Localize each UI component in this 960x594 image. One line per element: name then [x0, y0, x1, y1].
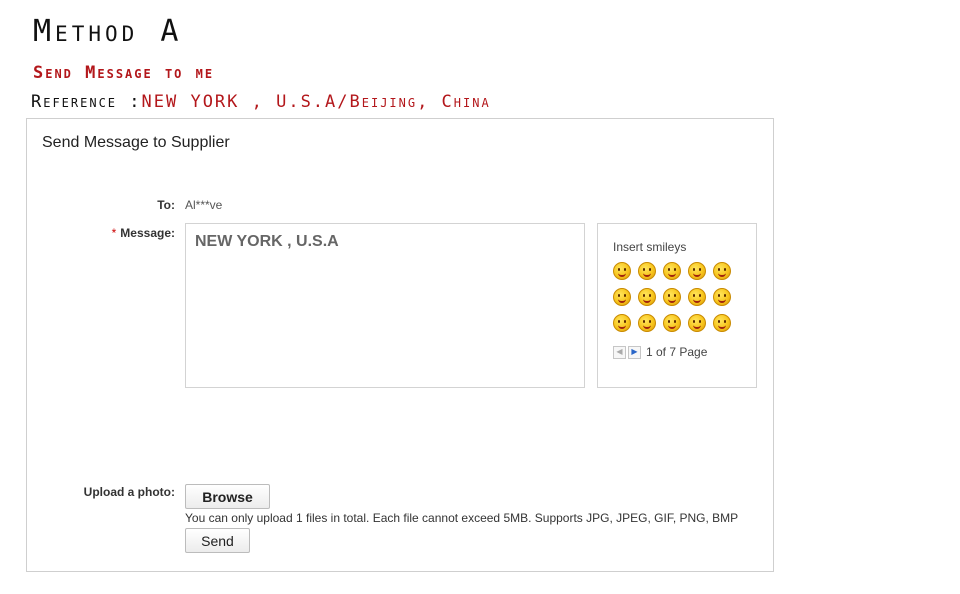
prev-page-button[interactable]: ◀: [613, 345, 626, 359]
reference-value: NEW YORK , U.S.A/Beijing, China: [141, 92, 491, 112]
smiley-icon[interactable]: [713, 314, 731, 332]
send-button[interactable]: Send: [185, 528, 250, 553]
page-title: Method A: [33, 14, 183, 49]
form-title: Send Message to Supplier: [42, 134, 230, 151]
smiley-grid: [613, 262, 743, 332]
send-message-panel: Send Message to Supplier To: Al***ve * Me…: [26, 118, 774, 572]
smiley-panel-title: Insert smileys: [613, 240, 687, 254]
arrow-left-icon: ◀: [616, 347, 623, 356]
arrow-right-icon: ▶: [631, 347, 638, 356]
message-label-text: Message:: [120, 226, 175, 240]
message-label: * Message:: [27, 226, 175, 240]
smiley-icon[interactable]: [613, 262, 631, 280]
message-textarea[interactable]: NEW YORK , U.S.A: [185, 223, 585, 388]
smiley-icon[interactable]: [688, 314, 706, 332]
page-subtitle: Send Message to me: [33, 63, 215, 83]
pager-text: 1 of 7 Page: [646, 345, 708, 359]
smiley-icon[interactable]: [613, 314, 631, 332]
smiley-icon[interactable]: [638, 314, 656, 332]
smiley-icon[interactable]: [663, 288, 681, 306]
to-label: To:: [157, 198, 175, 212]
smiley-icon[interactable]: [638, 262, 656, 280]
reference-label: Reference :: [31, 92, 142, 112]
smiley-icon[interactable]: [713, 288, 731, 306]
browse-button[interactable]: Browse: [185, 484, 270, 509]
upload-label: Upload a photo:: [83, 485, 175, 499]
smiley-pager: ◀ ▶ 1 of 7 Page: [613, 345, 707, 359]
next-page-button[interactable]: ▶: [628, 345, 641, 359]
upload-note: You can only upload 1 files in total. Ea…: [185, 511, 739, 525]
required-marker: *: [111, 226, 117, 240]
smiley-icon[interactable]: [713, 262, 731, 280]
smiley-icon[interactable]: [613, 288, 631, 306]
smiley-icon[interactable]: [638, 288, 656, 306]
smiley-icon[interactable]: [688, 262, 706, 280]
smiley-icon[interactable]: [663, 262, 681, 280]
smiley-icon[interactable]: [663, 314, 681, 332]
smiley-panel: Insert smileys ◀ ▶ 1 of 7 Page: [597, 223, 757, 388]
reference-line: Reference :NEW YORK , U.S.A/Beijing, Chi…: [31, 92, 491, 112]
recipient-name: Al***ve: [185, 198, 223, 212]
smiley-icon[interactable]: [688, 288, 706, 306]
